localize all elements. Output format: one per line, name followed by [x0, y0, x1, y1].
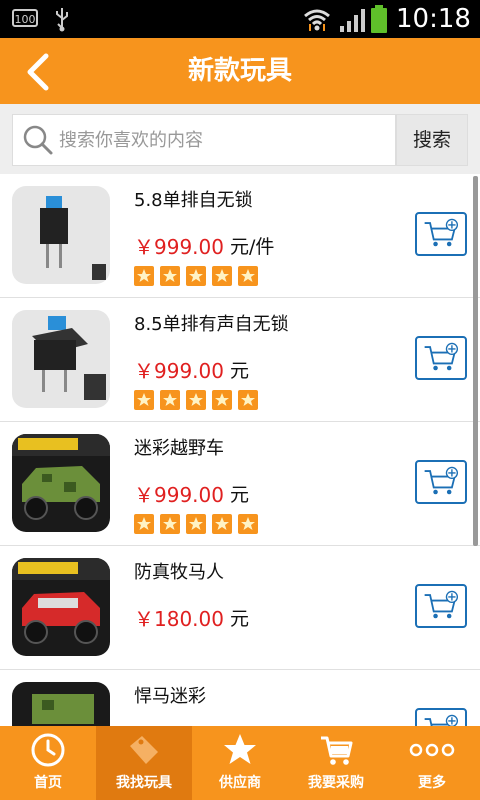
star-icon — [212, 266, 233, 286]
product-image — [12, 310, 110, 408]
product-unit: 元 — [230, 484, 250, 506]
list-item[interactable]: 悍马迷彩 — [0, 670, 480, 726]
add-to-cart-button[interactable] — [415, 460, 467, 504]
list-item[interactable]: 迷彩越野车 ￥999.00 元 — [0, 422, 480, 546]
search-input[interactable]: 搜索你喜欢的内容 — [12, 114, 396, 166]
product-image — [12, 682, 110, 726]
product-image — [12, 558, 110, 656]
battery-percent: 100 — [12, 9, 38, 27]
product-image — [12, 434, 110, 532]
status-bar: 100 10:18 — [0, 0, 480, 38]
battery-icon — [371, 5, 387, 33]
list-item[interactable]: 防真牧马人 ￥180.00 元 — [0, 546, 480, 670]
rating-stars — [134, 514, 259, 534]
app-header: 新款玩具 — [0, 38, 480, 104]
cart-icon — [321, 736, 353, 765]
clock-icon — [31, 733, 65, 767]
star-icon — [186, 266, 207, 286]
wifi-icon — [304, 9, 330, 31]
star-icon — [238, 390, 259, 410]
product-name: 5.8单排自无锁 — [134, 190, 253, 211]
star-icon — [134, 390, 154, 410]
star-icon — [134, 266, 154, 286]
list-scrollbar[interactable] — [473, 176, 478, 546]
tab-purchase[interactable]: 我要采购 — [288, 726, 384, 800]
star-icon — [186, 390, 207, 410]
product-name: 防真牧马人 — [134, 562, 224, 583]
star-icon — [212, 390, 233, 410]
product-image — [12, 186, 110, 284]
tab-more[interactable]: 更多 — [384, 726, 480, 800]
product-unit: 元 — [230, 608, 250, 630]
product-list: 5.8单排自无锁 ￥999.00 元/件 8.5单排有声自无锁 ￥999.00 … — [0, 174, 480, 726]
search-bar: 搜索你喜欢的内容 搜索 — [0, 104, 480, 174]
product-price: ￥999.00 — [134, 359, 224, 383]
star-icon — [160, 266, 181, 286]
search-button[interactable]: 搜索 — [396, 114, 468, 166]
star-icon — [134, 514, 154, 534]
tab-label: 我要采购 — [308, 775, 364, 791]
list-item[interactable]: 5.8单排自无锁 ￥999.00 元/件 — [0, 174, 480, 298]
tab-find-toys[interactable]: 我找玩具 — [96, 726, 192, 800]
search-icon — [23, 125, 53, 155]
product-unit: 元 — [230, 360, 250, 382]
page-title: 新款玩具 — [187, 56, 292, 86]
add-to-cart-button[interactable] — [415, 336, 467, 380]
tab-label: 首页 — [34, 775, 62, 791]
add-to-cart-button[interactable] — [415, 708, 467, 726]
star-icon — [160, 390, 181, 410]
product-price: ￥180.00 — [134, 607, 224, 631]
more-dots-icon — [409, 743, 455, 757]
list-item[interactable]: 8.5单排有声自无锁 ￥999.00 元 — [0, 298, 480, 422]
tab-label: 供应商 — [219, 775, 261, 791]
signal-icon — [340, 9, 365, 32]
usb-icon — [56, 8, 68, 32]
product-name: 悍马迷彩 — [134, 686, 206, 707]
product-unit: 元/件 — [230, 236, 275, 258]
star-icon — [238, 266, 259, 286]
add-to-cart-button[interactable] — [415, 212, 467, 256]
product-name: 8.5单排有声自无锁 — [134, 314, 289, 335]
product-price: ￥999.00 — [134, 483, 224, 507]
tab-home[interactable]: 首页 — [0, 726, 96, 800]
rating-stars — [134, 266, 259, 286]
star-icon — [212, 514, 233, 534]
add-to-cart-button[interactable] — [415, 584, 467, 628]
rating-stars — [134, 390, 259, 410]
bottom-tab-bar: 首页 我找玩具 供应商 我要采购 更多 — [0, 726, 480, 800]
tab-label: 更多 — [418, 775, 446, 791]
star-icon — [160, 514, 181, 534]
star-icon — [224, 734, 256, 764]
product-price: ￥999.00 — [134, 235, 224, 259]
product-name: 迷彩越野车 — [134, 438, 224, 459]
tab-label: 我找玩具 — [116, 775, 172, 791]
tab-suppliers[interactable]: 供应商 — [192, 726, 288, 800]
star-icon — [238, 514, 259, 534]
search-placeholder: 搜索你喜欢的内容 — [59, 130, 203, 151]
star-icon — [186, 514, 207, 534]
tag-icon — [130, 736, 158, 764]
clock-time: 10:18 — [396, 4, 471, 34]
